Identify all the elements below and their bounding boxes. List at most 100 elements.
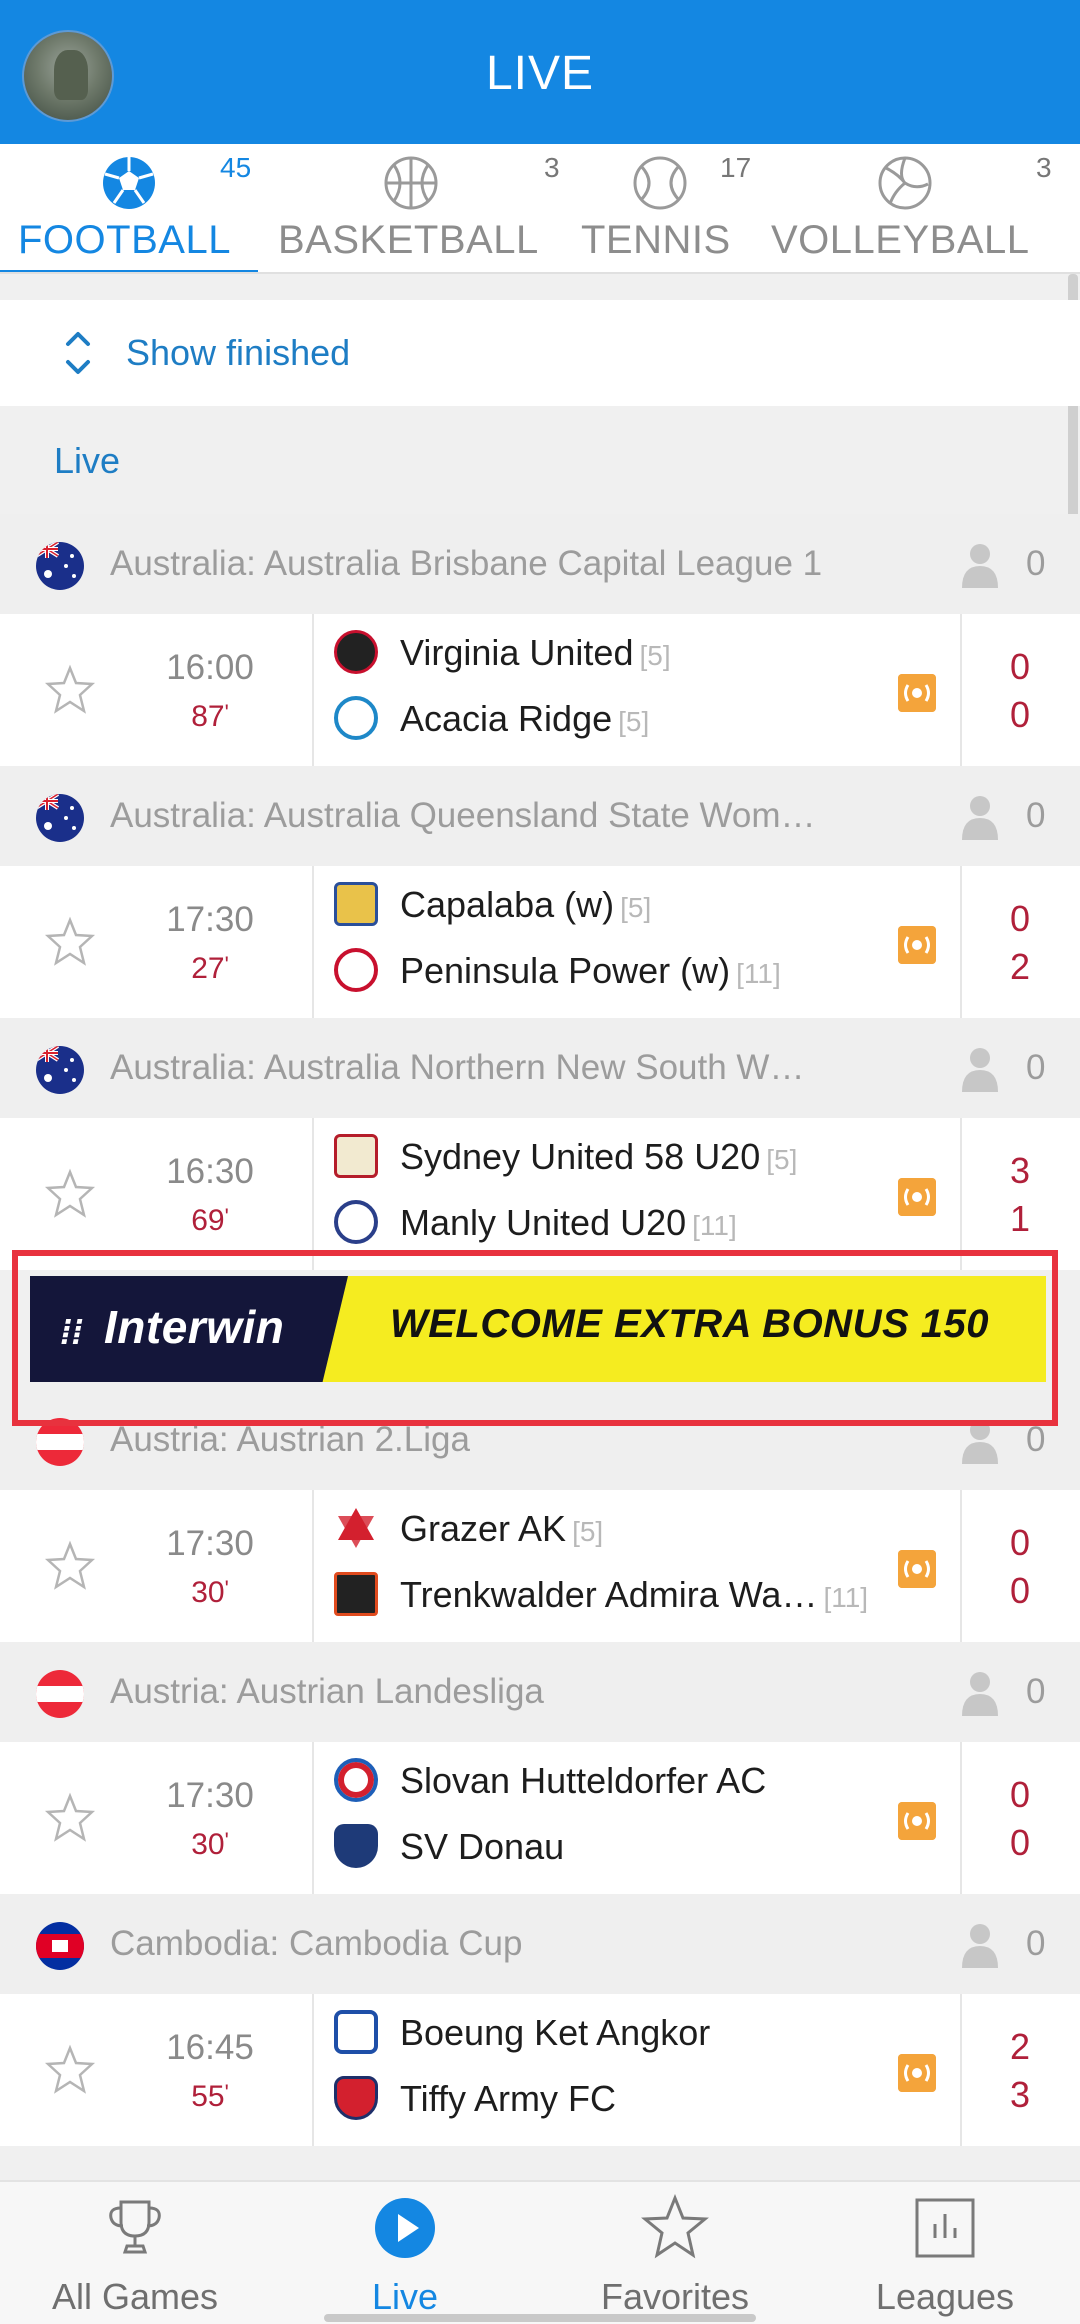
team-rank: [11] <box>692 1210 737 1241</box>
team-logo <box>334 1200 378 1244</box>
favorite-star-icon[interactable] <box>44 916 96 968</box>
live-stream-icon[interactable] <box>898 926 936 964</box>
favorite-star-icon[interactable] <box>44 2044 96 2096</box>
team-logo <box>334 630 378 674</box>
team-logo <box>334 1824 378 1868</box>
league-header[interactable]: Austria: Austrian Landesliga 0 <box>0 1642 1080 1742</box>
tab-count: 3 <box>1036 152 1052 183</box>
australia-flag-icon <box>36 794 84 842</box>
divider <box>960 1742 962 1894</box>
team-name: Peninsula Power (w) <box>400 950 731 991</box>
home-score: 0 <box>1009 1522 1031 1563</box>
sport-tabs: 45 FOOTBALL 3 BASKETBALL 17 TENNIS 3 VOL… <box>0 144 1080 274</box>
tab-volleyball[interactable]: 3 VOLLEYBALL <box>766 144 1080 274</box>
home-score: 2 <box>1009 2026 1031 2067</box>
team-name: Grazer AK <box>400 1508 567 1549</box>
austria-flag-icon <box>36 1670 84 1718</box>
divider <box>312 866 314 1018</box>
live-stream-icon[interactable] <box>898 674 936 712</box>
live-stream-icon[interactable] <box>898 2054 936 2092</box>
match-row[interactable]: 17:30 30' Slovan Hutteldorfer AC SV Dona… <box>0 1742 1080 1894</box>
tab-count: 45 <box>220 152 252 183</box>
home-indicator[interactable] <box>324 2314 756 2322</box>
tab-label: BASKETBALL <box>278 218 539 262</box>
match-row[interactable]: 17:30 27' Capalaba (w) [5] Peninsula Powe… <box>0 866 1080 1018</box>
team-logo <box>338 1508 374 1548</box>
league-header[interactable]: Cambodia: Cambodia Cup 0 <box>0 1894 1080 1994</box>
home-score: 3 <box>1009 1150 1031 1191</box>
star-icon <box>641 2194 709 2259</box>
nav-favorites[interactable]: Favorites <box>540 2182 810 2324</box>
away-score: 0 <box>1009 1570 1031 1611</box>
team-logo <box>334 696 378 740</box>
team-logo <box>334 1758 378 1802</box>
nav-label: Live <box>371 2276 439 2317</box>
away-score: 2 <box>1009 946 1031 987</box>
play-icon <box>375 2198 435 2258</box>
divider <box>960 866 962 1018</box>
home-score: 0 <box>1009 646 1031 687</box>
follower-count: 0 <box>1026 544 1046 583</box>
person-icon <box>962 796 998 840</box>
match-time: 16:00 <box>166 648 254 687</box>
expand-arrows-icon <box>66 332 90 374</box>
follower-count: 0 <box>1026 796 1046 835</box>
match-row[interactable]: 17:30 30' Grazer AK [5] Trenkwalder Admir… <box>0 1490 1080 1642</box>
match-time: 16:45 <box>166 2028 254 2067</box>
follower-count: 0 <box>1026 1420 1046 1459</box>
nav-label: Leagues <box>875 2276 1015 2317</box>
follower-count: 0 <box>1026 1048 1046 1087</box>
match-row[interactable]: 16:00 87' Virginia United [5] Acacia Ridg… <box>0 614 1080 766</box>
volleyball-icon <box>878 156 932 210</box>
live-stream-icon[interactable] <box>898 1802 936 1840</box>
match-row[interactable]: 16:45 55' Boeung Ket Angkor Tiffy Army F… <box>0 1994 1080 2146</box>
league-header[interactable]: Australia: Australia Brisbane Capital Le… <box>0 514 1080 614</box>
show-finished-toggle[interactable]: Show finished <box>0 300 1080 406</box>
favorite-star-icon[interactable] <box>44 1540 96 1592</box>
live-stream-icon[interactable] <box>898 1178 936 1216</box>
league-name: Cambodia: Cambodia Cup <box>110 1924 523 1963</box>
section-label: Live <box>54 440 121 481</box>
follower-count: 0 <box>1026 1924 1046 1963</box>
tab-football[interactable]: 45 FOOTBALL <box>0 144 258 274</box>
favorite-star-icon[interactable] <box>44 664 96 716</box>
team-rank: [5] <box>639 640 671 671</box>
tab-label: FOOTBALL <box>18 218 231 262</box>
team-name: Virginia United <box>400 632 634 673</box>
live-stream-icon[interactable] <box>898 1550 936 1588</box>
divider <box>312 1994 314 2146</box>
team-rank: [11] <box>736 958 781 989</box>
ad-brand: Interwin <box>104 1301 285 1353</box>
league-header[interactable]: Australia: Australia Northern New South … <box>0 1018 1080 1118</box>
league-name: Australia: Australia Queensland State Wo… <box>110 796 816 835</box>
league-header[interactable]: Australia: Australia Queensland State Wo… <box>0 766 1080 866</box>
nav-label: All Games <box>51 2276 219 2317</box>
nav-leagues[interactable]: Leagues <box>810 2182 1080 2324</box>
team-logo <box>334 2010 378 2054</box>
away-score: 3 <box>1009 2074 1031 2115</box>
divider <box>312 1490 314 1642</box>
ad-banner[interactable]: ⁞⁞ Interwin WELCOME EXTRA BONUS 150 <box>12 1250 1058 1426</box>
match-minute: 87' <box>191 700 229 733</box>
match-minute: 55' <box>191 2080 229 2113</box>
team-name: Slovan Hutteldorfer AC <box>400 1760 767 1801</box>
league-name: Australia: Australia Northern New South … <box>110 1048 805 1087</box>
nav-all-games[interactable]: All Games <box>0 2182 270 2324</box>
match-row[interactable]: 16:30 69' Sydney United 58 U20 [5] Manly … <box>0 1118 1080 1270</box>
match-minute: 69' <box>191 1204 229 1237</box>
match-minute: 27' <box>191 952 229 985</box>
australia-flag-icon <box>36 1046 84 1094</box>
favorite-star-icon[interactable] <box>44 1792 96 1844</box>
match-minute: 30' <box>191 1576 229 1609</box>
app-header: LIVE <box>0 0 1080 144</box>
team-rank: [11] <box>823 1582 869 1613</box>
favorite-star-icon[interactable] <box>44 1168 96 1220</box>
tab-basketball[interactable]: 3 BASKETBALL <box>270 144 560 274</box>
basketball-icon <box>384 156 438 210</box>
match-time: 17:30 <box>166 900 254 939</box>
tab-tennis[interactable]: 17 TENNIS <box>575 144 760 274</box>
league-name: Austria: Austrian Landesliga <box>110 1672 544 1711</box>
team-name: Tiffy Army FC <box>400 2078 616 2119</box>
nav-live[interactable]: Live <box>270 2182 540 2324</box>
tab-label: TENNIS <box>581 218 731 262</box>
